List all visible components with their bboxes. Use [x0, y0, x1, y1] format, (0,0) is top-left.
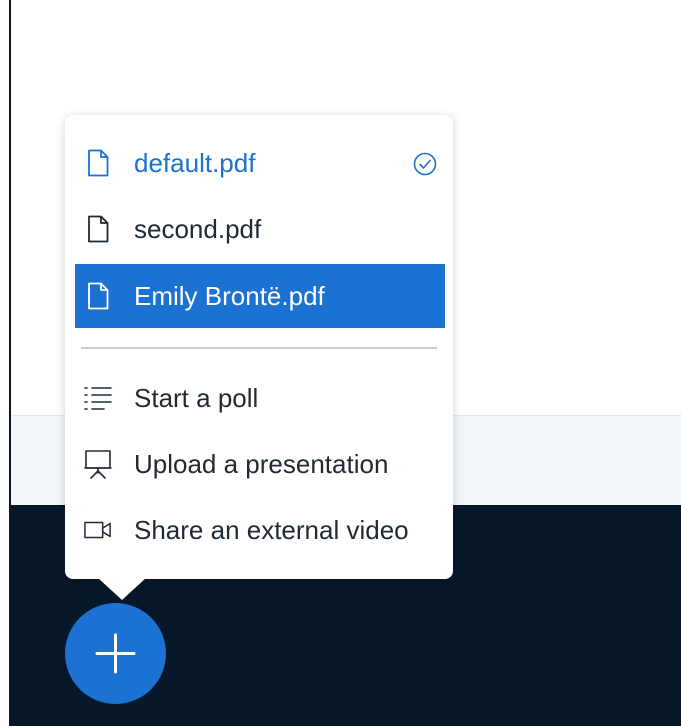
- start-poll-item[interactable]: Start a poll: [75, 366, 445, 430]
- file-icon: [84, 148, 112, 178]
- presentation-item-second[interactable]: second.pdf: [75, 197, 445, 261]
- menu-divider: [81, 347, 437, 349]
- file-icon: [84, 281, 112, 311]
- actions-dropdown-menu: default.pdf second.pdf Emily Brontë.pdf …: [65, 115, 453, 579]
- presentation-board-icon: [84, 449, 112, 479]
- poll-list-icon: [84, 383, 112, 413]
- presentation-item-emily-bronte[interactable]: Emily Brontë.pdf: [75, 264, 445, 328]
- upload-presentation-item[interactable]: Upload a presentation: [75, 432, 445, 496]
- menu-pointer: [98, 578, 146, 600]
- upload-presentation-label: Upload a presentation: [134, 448, 389, 479]
- presentation-item-label: default.pdf: [134, 147, 256, 178]
- presentation-item-default[interactable]: default.pdf: [75, 131, 445, 195]
- share-external-video-label: Share an external video: [134, 514, 409, 545]
- start-poll-label: Start a poll: [134, 382, 259, 413]
- share-external-video-item[interactable]: Share an external video: [75, 498, 445, 562]
- presentation-item-label: second.pdf: [134, 213, 262, 244]
- actions-fab-button[interactable]: [65, 603, 166, 704]
- checkmark-circle-icon: [413, 152, 437, 176]
- video-camera-icon: [84, 515, 112, 545]
- file-icon: [84, 214, 112, 244]
- plus-icon: [95, 633, 136, 674]
- presentation-item-label: Emily Brontë.pdf: [134, 280, 325, 311]
